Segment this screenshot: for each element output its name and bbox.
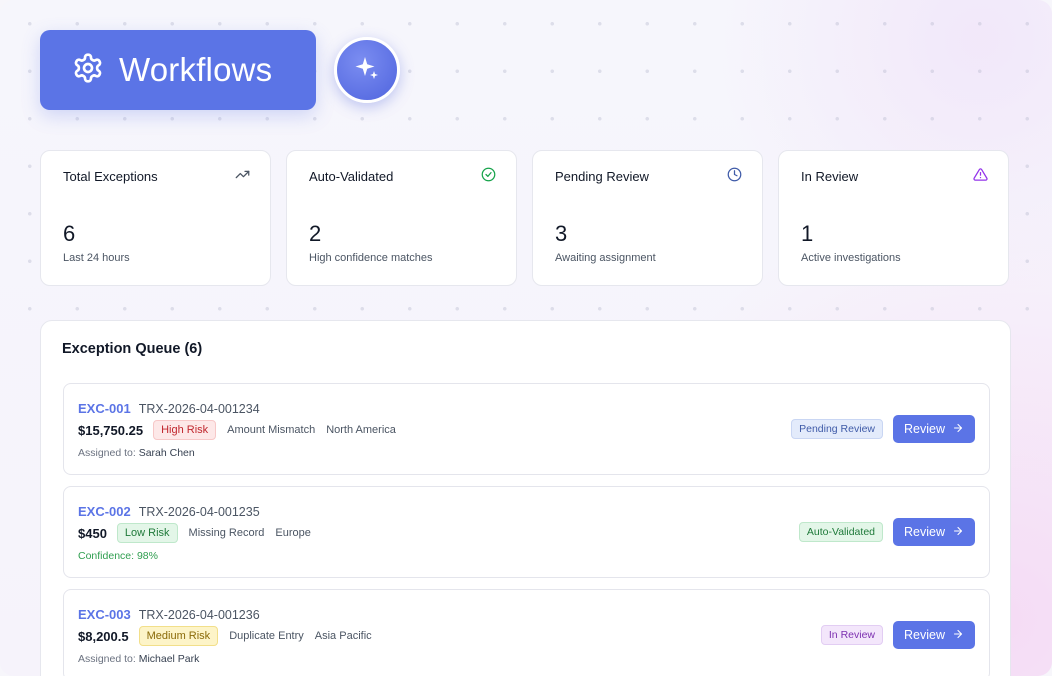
trending-up-icon [235, 167, 250, 182]
arrow-right-icon [945, 525, 964, 540]
risk-badge: High Risk [153, 420, 217, 440]
stat-value: 6 [63, 221, 76, 246]
amount: $8,200.5 [78, 628, 129, 644]
sparkles-icon [352, 53, 382, 88]
exception-id-link[interactable]: EXC-003 [78, 607, 131, 622]
risk-badge: Medium Risk [138, 626, 219, 646]
stat-value: 1 [801, 221, 814, 246]
confidence-text: Confidence: 98% [78, 550, 158, 562]
stat-card-in-review[interactable]: In Review 1 Active investigations [778, 150, 1009, 286]
review-button-label: Review [904, 422, 945, 436]
review-button-label: Review [904, 525, 945, 539]
exception-row[interactable]: EXC-003 TRX-2026-04-001236 $8,200.5 Medi… [63, 589, 990, 676]
assignee: Assigned to: Michael Park [78, 653, 199, 665]
exception-type: Missing Record [188, 527, 265, 539]
transaction-id: TRX-2026-04-001236 [138, 608, 260, 622]
region: Asia Pacific [314, 630, 372, 642]
exception-type: Duplicate Entry [229, 630, 304, 642]
stats-row: Total Exceptions 6 Last 24 hours Auto-Va… [40, 150, 1009, 286]
arrow-right-icon [945, 628, 964, 643]
region: Europe [275, 527, 311, 539]
arrow-right-icon [945, 422, 964, 437]
stat-value: 3 [555, 221, 568, 246]
clock-icon [727, 167, 742, 182]
review-button[interactable]: Review [893, 518, 975, 546]
review-button[interactable]: Review [893, 621, 975, 649]
assignee-prefix: Assigned to: [78, 447, 139, 459]
exception-row[interactable]: EXC-002 TRX-2026-04-001235 $450 Low Risk… [63, 486, 990, 578]
stat-label: In Review [801, 169, 859, 184]
review-button[interactable]: Review [893, 415, 975, 443]
status-badge: Pending Review [791, 419, 883, 439]
ai-assistant-button[interactable] [334, 37, 400, 103]
assignee-prefix: Assigned to: [78, 653, 139, 665]
stat-card-auto-validated[interactable]: Auto-Validated 2 High confidence matches [286, 150, 517, 286]
stat-label: Pending Review [555, 169, 649, 184]
stat-card-pending-review[interactable]: Pending Review 3 Awaiting assignment [532, 150, 763, 286]
stat-value: 2 [309, 221, 322, 246]
stat-subtitle: Awaiting assignment [555, 252, 656, 264]
exception-type: Amount Mismatch [227, 424, 316, 436]
status-badge: In Review [820, 625, 883, 645]
assignee-name: Sarah Chen [138, 447, 195, 459]
risk-badge: Low Risk [116, 523, 178, 543]
transaction-id: TRX-2026-04-001234 [138, 402, 260, 416]
exception-row[interactable]: EXC-001 TRX-2026-04-001234 $15,750.25 Hi… [63, 383, 990, 475]
amount: $450 [78, 525, 107, 541]
alert-triangle-icon [973, 167, 988, 182]
stat-subtitle: Last 24 hours [63, 252, 130, 264]
review-button-label: Review [904, 628, 945, 642]
stat-label: Auto-Validated [309, 169, 394, 184]
exception-queue-panel: Exception Queue (6) EXC-001 TRX-2026-04-… [40, 320, 1011, 676]
assignee: Assigned to: Sarah Chen [78, 447, 195, 459]
check-circle-icon [481, 167, 496, 182]
page-title: Workflows [119, 51, 273, 88]
transaction-id: TRX-2026-04-001235 [138, 505, 260, 519]
stat-subtitle: High confidence matches [309, 252, 433, 264]
page-header: Workflows [40, 30, 400, 110]
stat-card-total-exceptions[interactable]: Total Exceptions 6 Last 24 hours [40, 150, 271, 286]
amount: $15,750.25 [78, 422, 144, 438]
exception-id-link[interactable]: EXC-001 [78, 401, 131, 416]
gear-icon [72, 52, 104, 89]
workflows-title-pill: Workflows [40, 30, 316, 110]
stat-label: Total Exceptions [63, 169, 158, 184]
assignee-name: Michael Park [138, 653, 200, 665]
exception-id-link[interactable]: EXC-002 [78, 504, 131, 519]
stat-subtitle: Active investigations [801, 252, 901, 264]
status-badge: Auto-Validated [798, 522, 883, 542]
queue-title: Exception Queue (6) [62, 341, 203, 357]
region: North America [326, 424, 396, 436]
